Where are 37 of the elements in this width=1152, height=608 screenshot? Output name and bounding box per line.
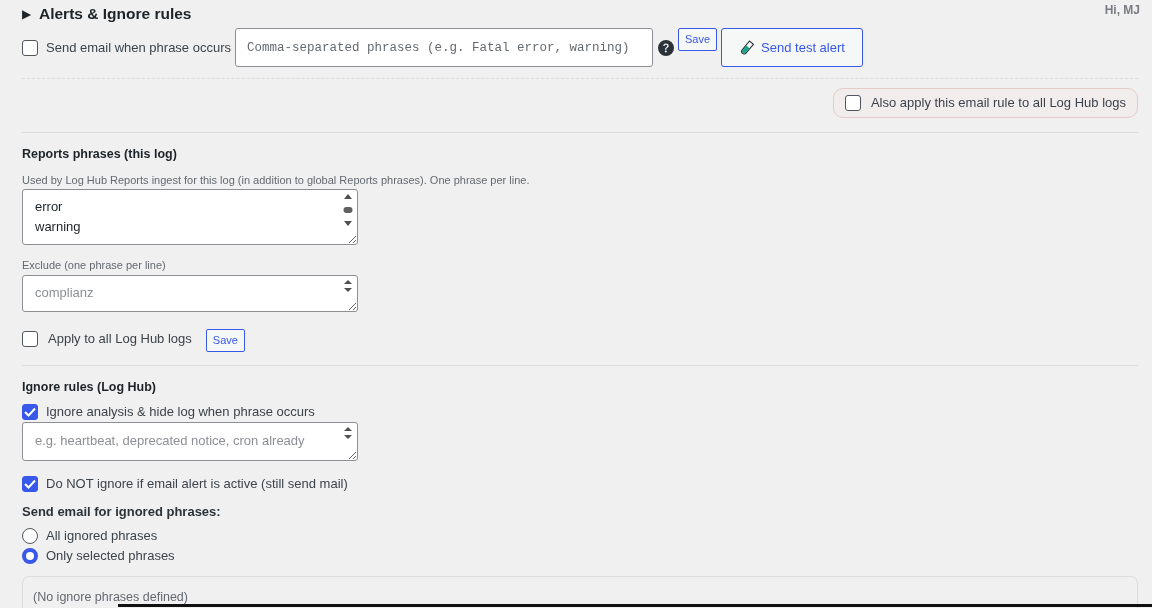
scrollbar-icon [342,426,354,440]
checkbox-label: Also apply this email rule to all Log Hub logs [870,94,1126,113]
radio-label: Only selected phrases [46,547,175,566]
checkbox[interactable] [22,330,38,347]
send-test-alert-button[interactable]: Send test alert [721,28,863,67]
exclude-textarea[interactable]: complianz [22,275,358,312]
radio-label: All ignored phrases [46,527,158,546]
test-tube-icon [739,39,756,56]
phrases-input[interactable]: Comma-separated phrases (e.g. Fatal error, warning) [235,28,653,67]
group-label: Send email for ignored phrases: [22,503,222,521]
checkbox-label: Ignore analysis & hide log when phrase occurs [46,403,315,422]
radio-button[interactable] [22,528,38,544]
radio-button[interactable] [22,548,38,564]
subsection-title: Ignore rules (Log Hub) [22,379,158,396]
help-icon[interactable] [658,39,674,56]
checkbox-label: Apply to all Log Hub logs [48,329,192,348]
checkbox[interactable] [22,476,38,492]
checkbox[interactable] [22,404,38,420]
checkmark-icon [24,407,36,417]
disclosure-triangle[interactable]: ▶ [22,4,31,24]
section-title: Alerts & Ignore rules [39,4,192,24]
checkbox[interactable] [22,39,38,56]
save-button[interactable]: Save [205,329,245,352]
checkmark-icon [24,479,36,489]
ignore-phrases-textarea[interactable]: e.g. heartbeat, deprecated notice, cron already [22,422,358,461]
hint-text: Used by Log Hub Reports ingest for this log (in addition to global Reports phrases). One phrase per line. [22,173,531,188]
scrollbar-icon [342,279,354,293]
field-label: Exclude (one phrase per line) [22,258,167,273]
subsection-title: Reports phrases (this log) [22,146,178,163]
checkbox-label: Do NOT ignore if email alert is active (still send mail) [46,475,348,494]
checkbox-label: Send email when phrase occurs [46,38,231,57]
save-button[interactable]: Save [678,28,718,51]
user-greeting: Hi, MJ [1104,2,1140,18]
empty-message: (No ignore phrases defined) [33,590,188,604]
checkbox[interactable] [844,95,861,111]
phrases-textarea[interactable]: error warning [22,189,358,245]
scrollbar-icon [342,193,354,227]
